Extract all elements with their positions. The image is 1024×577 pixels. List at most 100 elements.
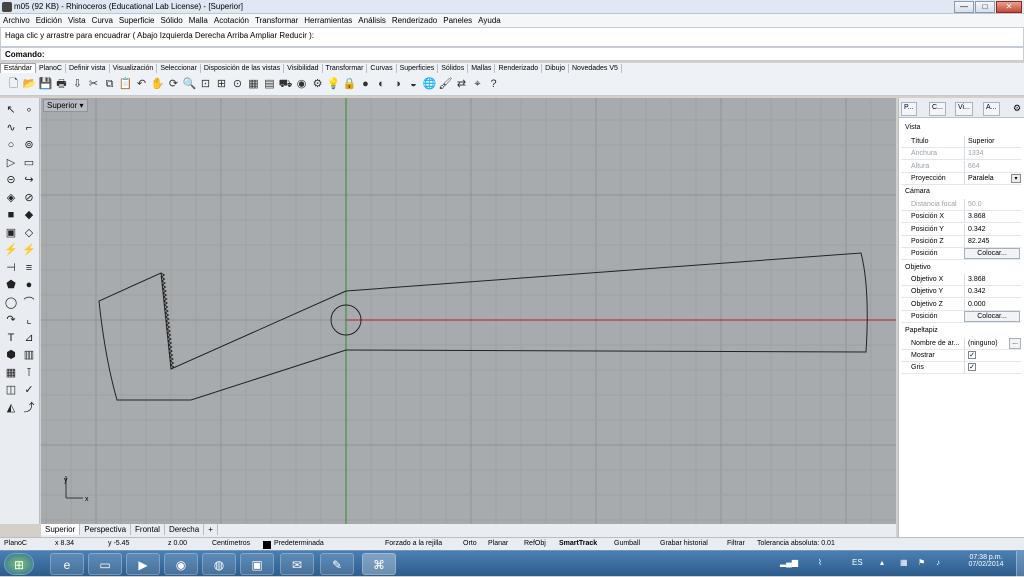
viewport-tab-1[interactable]: Perspectiva [80, 524, 132, 535]
objetivo-value-2[interactable]: 0.000 [964, 298, 1021, 310]
status-layer[interactable]: Predeterminada [274, 540, 324, 547]
history-toggle[interactable]: Grabar historial [660, 540, 708, 547]
curve-icon[interactable]: ↪ [21, 172, 37, 188]
trim-icon[interactable]: ≡ [21, 260, 37, 276]
menu-item-9[interactable]: Herramientas [301, 14, 355, 25]
menu-item-4[interactable]: Superficie [116, 14, 158, 25]
zoom-selected-icon[interactable]: ⊙ [230, 77, 245, 92]
tab-layers[interactable]: C... [929, 102, 946, 116]
minimize-button[interactable]: — [954, 1, 974, 13]
cut-icon[interactable]: ✂ [86, 77, 101, 92]
toolbar-tab-5[interactable]: Disposición de las vistas [201, 64, 285, 73]
analyze-icon[interactable]: ◭ [3, 400, 19, 416]
fillet-icon[interactable]: ◯ [3, 295, 19, 311]
surface-icon[interactable]: ◈ [3, 190, 19, 206]
menu-item-13[interactable]: Ayuda [475, 14, 504, 25]
menu-item-7[interactable]: Acotación [211, 14, 252, 25]
toolbar-tab-8[interactable]: Curvas [367, 64, 397, 73]
check-icon[interactable]: ✓ [21, 382, 37, 398]
toolbar-tab-14[interactable]: Novedades V5 [569, 64, 622, 73]
outlook-icon[interactable]: ✉ [280, 553, 314, 575]
viewport-superior[interactable]: y x [41, 98, 896, 524]
explode-icon[interactable]: ⤴ [21, 400, 37, 416]
open-icon[interactable]: 📂 [22, 77, 37, 92]
show-checkbox[interactable]: ✓ [968, 351, 976, 359]
corner-icon[interactable]: ⌞ [21, 312, 37, 328]
solid-icon[interactable]: ▣ [3, 225, 19, 241]
ortho-toggle[interactable]: Orto [463, 540, 477, 547]
render-icon[interactable]: ◒ [406, 77, 421, 92]
flag-icon[interactable]: ⚑ [918, 558, 925, 567]
start-button[interactable]: ⊞ [4, 553, 34, 575]
color-icon[interactable]: ◐ [374, 77, 389, 92]
menu-item-12[interactable]: Paneles [440, 14, 475, 25]
folder-icon[interactable]: ▭ [88, 553, 122, 575]
eye-icon[interactable]: ◉ [294, 77, 309, 92]
array-icon[interactable]: ▥ [21, 347, 37, 363]
osnap-toggle[interactable]: RefObj [524, 540, 546, 547]
clock[interactable]: 07:38 p.m. 07/02/2014 [960, 554, 1012, 568]
tab-help[interactable]: A... [983, 102, 1000, 116]
gumball-toggle[interactable]: Gumball [614, 540, 640, 547]
toolbar-tab-3[interactable]: Visualización [110, 64, 158, 73]
planar-toggle[interactable]: Planar [488, 540, 508, 547]
toolbar-tab-6[interactable]: Visibilidad [284, 64, 323, 73]
print-icon[interactable]: 🖶 [54, 77, 69, 92]
viewport-tab-0[interactable]: Superior [41, 524, 81, 535]
transform-icon[interactable]: ⇄ [454, 77, 469, 92]
grid-icon[interactable]: ▦ [3, 365, 19, 381]
wallpaper-name-value[interactable]: (ninguno) [964, 338, 1008, 349]
line-icon[interactable]: ⌐ [21, 120, 37, 136]
rotate-icon[interactable]: ↷ [3, 312, 19, 328]
signal-icon[interactable]: ▂▄▆ [780, 558, 798, 567]
menu-item-3[interactable]: Curva [89, 14, 116, 25]
camara-value-2[interactable]: 0.342 [964, 223, 1021, 235]
target-place-button[interactable]: Colocar... [964, 311, 1020, 322]
text-icon[interactable]: T [3, 330, 19, 346]
sphere2-icon[interactable]: ● [21, 277, 37, 293]
objetivo-value-0[interactable]: 3.868 [964, 274, 1021, 285]
vista-value-0[interactable]: Superior [964, 136, 1021, 147]
grid-snap-toggle[interactable]: Forzado a la rejilla [385, 540, 442, 547]
align-icon[interactable]: ⊺ [21, 365, 37, 381]
app-icon[interactable]: ▣ [240, 553, 274, 575]
toolbar-tab-9[interactable]: Superficies [397, 64, 439, 73]
zoom-extents-icon[interactable]: ⊞ [214, 77, 229, 92]
shade-icon[interactable]: ◑ [390, 77, 405, 92]
ie-icon[interactable]: e [50, 553, 84, 575]
projection-dropdown-icon[interactable]: ▾ [1011, 174, 1021, 184]
copy-icon[interactable]: ⧉ [102, 77, 117, 92]
car-icon[interactable]: ⛟ [278, 77, 293, 92]
grid-icon[interactable]: ▤ [262, 77, 277, 92]
globe-icon[interactable]: 🌐 [422, 77, 437, 92]
close-button[interactable]: ✕ [996, 1, 1022, 13]
polygon-icon[interactable]: ▷ [3, 155, 19, 171]
arc-icon[interactable]: ⊚ [21, 137, 37, 153]
panel-settings-icon[interactable]: ⚙ [1013, 103, 1021, 114]
viewport-tab-3[interactable]: Derecha [165, 524, 205, 535]
menu-item-8[interactable]: Transformar [252, 14, 301, 25]
rotate-view-icon[interactable]: ⟳ [166, 77, 181, 92]
tab-properties[interactable]: P... [901, 102, 917, 116]
loft-icon[interactable]: ⊘ [21, 190, 37, 206]
firefox-icon[interactable]: ◍ [202, 553, 236, 575]
rhino-icon[interactable]: ⌘ [362, 553, 396, 575]
boolean-icon[interactable]: ⚡ [3, 242, 19, 258]
paint-icon[interactable]: 🖌 [438, 77, 453, 92]
toolbar-tab-7[interactable]: Transformar [323, 64, 368, 73]
toolbar-tab-4[interactable]: Seleccionar [157, 64, 201, 73]
viewport-canvas[interactable]: y x [41, 98, 896, 524]
command-line[interactable]: Comando: [0, 47, 1024, 61]
language-indicator[interactable]: ES [852, 558, 863, 567]
objetivo-value-1[interactable]: 0.342 [964, 286, 1021, 298]
menu-item-6[interactable]: Malla [186, 14, 211, 25]
paste-icon[interactable]: 📋 [118, 77, 133, 92]
circle-icon[interactable]: ○ [3, 137, 19, 153]
snap-icon[interactable]: ⌖ [470, 77, 485, 92]
network-icon[interactable]: ▦ [900, 558, 908, 567]
wallpaper-browse-button[interactable]: ... [1009, 338, 1021, 349]
smarttrack-toggle[interactable]: SmartTrack [559, 540, 597, 547]
camara-value-1[interactable]: 3.868 [964, 211, 1021, 223]
viewport-title[interactable]: Superior ▾ [43, 99, 88, 112]
mesh-icon[interactable]: ⬟ [3, 277, 19, 293]
